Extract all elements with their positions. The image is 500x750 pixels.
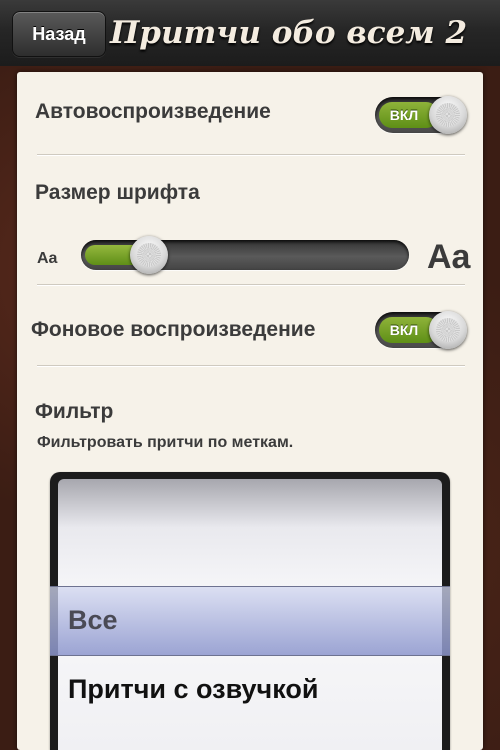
- font-small-label: Aa: [37, 250, 58, 267]
- divider: [37, 365, 465, 367]
- font-size-label: Размер шрифта: [35, 181, 200, 204]
- filter-label: Фильтр: [35, 400, 114, 423]
- navigation-bar: Назад Притчи обо всем 2: [0, 0, 500, 67]
- toggle-knob: [429, 311, 467, 349]
- background-playback-toggle[interactable]: ВКЛ: [375, 311, 467, 349]
- background-playback-label: Фоновое воспроизведение: [31, 318, 316, 341]
- settings-panel: Автовоспроизведение ВКЛ Размер шрифта Aa…: [17, 72, 483, 750]
- picker-option-all[interactable]: Все: [58, 605, 442, 636]
- slider-thumb[interactable]: [130, 236, 168, 274]
- autoplay-toggle[interactable]: ВКЛ: [375, 96, 467, 134]
- divider: [37, 284, 465, 286]
- page-title: Притчи обо всем 2: [110, 15, 468, 51]
- filter-description: Фильтровать притчи по меткам.: [37, 434, 294, 451]
- back-button[interactable]: Назад: [12, 11, 106, 57]
- divider: [37, 154, 465, 156]
- toggle-knob: [429, 96, 467, 134]
- font-large-label: Aa: [427, 238, 471, 276]
- filter-picker[interactable]: Все Притчи с озвучкой: [50, 472, 450, 750]
- picker-option-voiced[interactable]: Притчи с озвучкой: [58, 674, 442, 705]
- font-size-slider[interactable]: [81, 236, 409, 274]
- autoplay-label: Автовоспроизведение: [35, 100, 271, 123]
